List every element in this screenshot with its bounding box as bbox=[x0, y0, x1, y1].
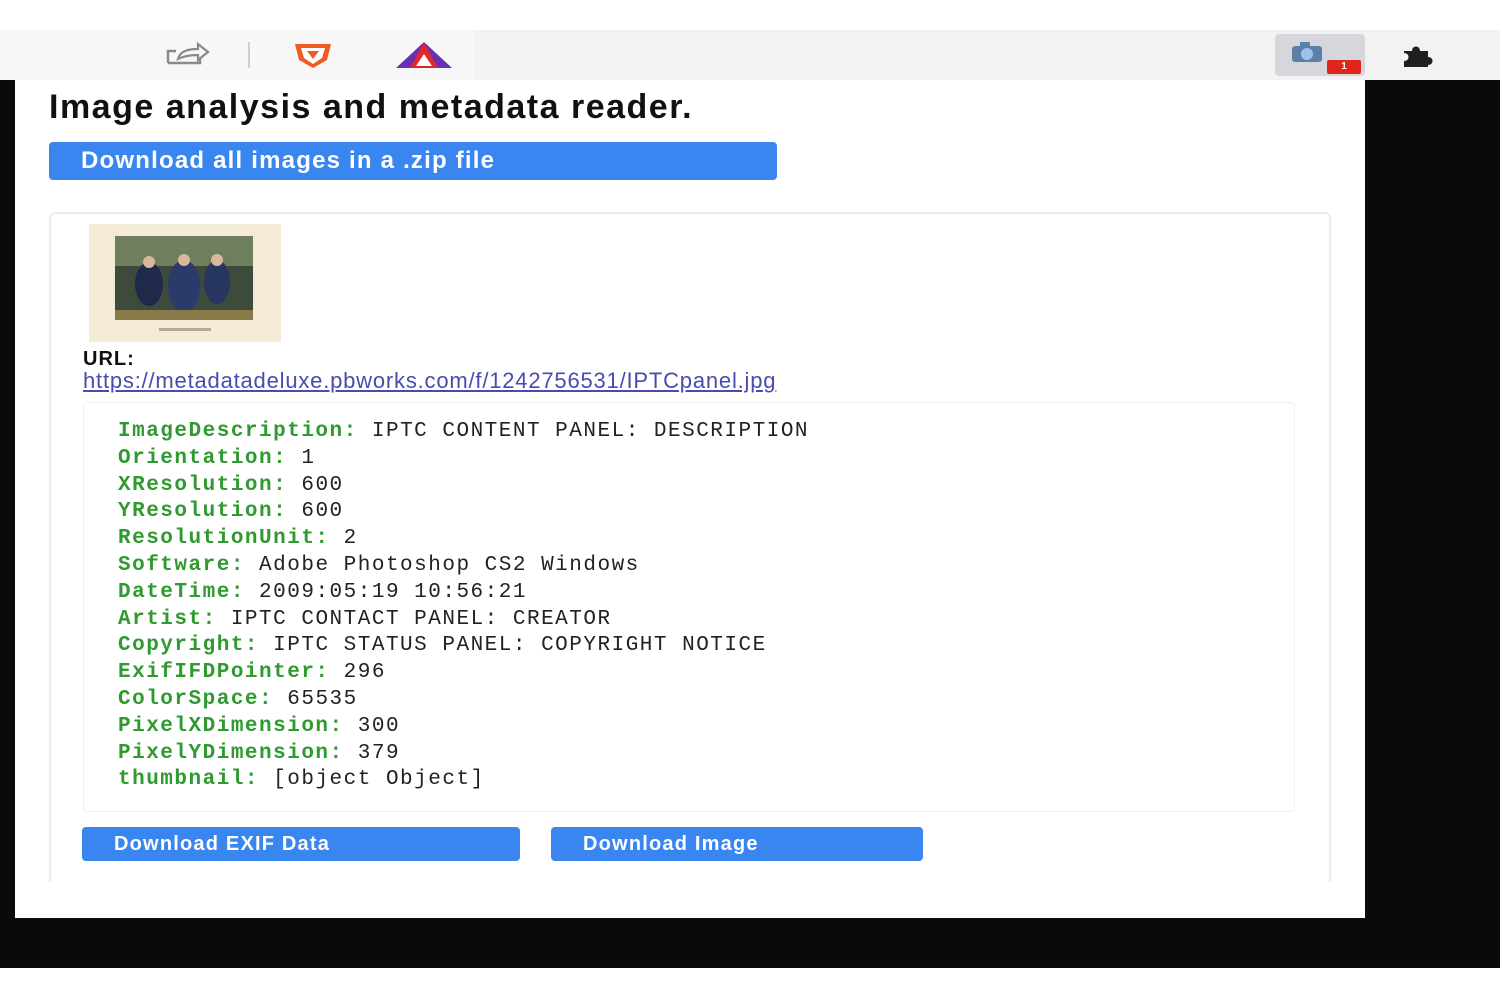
exif-row: DateTime: 2009:05:19 10:56:21 bbox=[118, 580, 809, 607]
share-icon[interactable] bbox=[160, 38, 212, 72]
exif-key: thumbnail: bbox=[118, 768, 260, 792]
exif-row: ColorSpace: 65535 bbox=[118, 687, 809, 714]
puzzle-icon[interactable] bbox=[1392, 40, 1448, 70]
exif-row: Orientation: 1 bbox=[118, 446, 809, 473]
download-exif-button[interactable]: Download EXIF Data bbox=[82, 827, 520, 861]
exif-row: PixelYDimension: 379 bbox=[118, 741, 809, 768]
image-thumbnail[interactable] bbox=[89, 224, 281, 342]
image-analyzer-extension-icon bbox=[1290, 40, 1330, 71]
exif-row: YResolution: 600 bbox=[118, 499, 809, 526]
download-image-button[interactable]: Download Image bbox=[551, 827, 923, 861]
exif-value: [object Object] bbox=[273, 768, 485, 792]
image-card: URL: https://metadatadeluxe.pbworks.com/… bbox=[49, 212, 1331, 882]
extension-popup: Image analysis and metadata reader. Down… bbox=[15, 80, 1365, 918]
exif-row: XResolution: 600 bbox=[118, 473, 809, 500]
exif-value: Adobe Photoshop CS2 Windows bbox=[259, 553, 640, 577]
toolbar-separator bbox=[248, 42, 250, 68]
exif-value: 600 bbox=[301, 500, 344, 524]
exif-row: ResolutionUnit: 2 bbox=[118, 526, 809, 553]
brave-shields-icon[interactable] bbox=[285, 38, 341, 72]
exif-key: ExifIFDPointer: bbox=[118, 661, 330, 685]
exif-value: IPTC CONTACT PANEL: CREATOR bbox=[230, 607, 612, 631]
exif-key: DateTime: bbox=[118, 580, 245, 604]
image-url-link[interactable]: https://metadatadeluxe.pbworks.com/f/124… bbox=[83, 368, 776, 394]
exif-value: 296 bbox=[343, 661, 386, 685]
exif-key: PixelYDimension: bbox=[118, 741, 344, 765]
exif-row: thumbnail: [object Object] bbox=[118, 767, 809, 794]
exif-value: IPTC STATUS PANEL: COPYRIGHT NOTICE bbox=[273, 634, 767, 658]
exif-value: 379 bbox=[357, 741, 401, 765]
exif-key: Orientation: bbox=[118, 446, 288, 470]
exif-key: Copyright: bbox=[118, 634, 260, 658]
exif-value: IPTC CONTENT PANEL: DESCRIPTION bbox=[371, 420, 810, 443]
exif-key: ColorSpace: bbox=[118, 687, 274, 711]
popup-title: Image analysis and metadata reader. bbox=[49, 88, 694, 126]
exif-row: Artist: IPTC CONTACT PANEL: CREATOR bbox=[118, 607, 809, 634]
bottom-strip bbox=[0, 968, 1500, 1000]
exif-list: ImageDescription: IPTC CONTENT PANEL: DE… bbox=[118, 419, 809, 794]
brave-rewards-icon[interactable] bbox=[392, 38, 456, 72]
exif-key: XResolution: bbox=[118, 473, 288, 497]
extension-badge: 1 bbox=[1327, 60, 1361, 74]
exif-row: ImageDescription: IPTC CONTENT PANEL: DE… bbox=[118, 419, 809, 446]
exif-value: 1 bbox=[301, 446, 316, 470]
exif-row: Software: Adobe Photoshop CS2 Windows bbox=[118, 553, 809, 580]
exif-key: PixelXDimension: bbox=[118, 714, 344, 738]
exif-key: Software: bbox=[118, 553, 245, 577]
browser-toolbar: 1 bbox=[0, 30, 1500, 80]
exif-key: ImageDescription: bbox=[118, 420, 358, 443]
exif-row: PixelXDimension: 300 bbox=[118, 714, 809, 741]
exif-value: 600 bbox=[301, 473, 344, 497]
exif-key: ResolutionUnit: bbox=[118, 527, 330, 551]
exif-value: 2009:05:19 10:56:21 bbox=[259, 580, 527, 604]
image-analyzer-extension-button[interactable]: 1 bbox=[1275, 34, 1365, 76]
exif-key: YResolution: bbox=[118, 500, 288, 524]
download-zip-button[interactable]: Download all images in a .zip file bbox=[49, 142, 777, 180]
exif-value: 65535 bbox=[287, 687, 358, 711]
exif-row: ExifIFDPointer: 296 bbox=[118, 660, 809, 687]
exif-row: Copyright: IPTC STATUS PANEL: COPYRIGHT … bbox=[118, 633, 809, 660]
exif-key: Artist: bbox=[118, 607, 217, 631]
exif-data-box: ImageDescription: IPTC CONTENT PANEL: DE… bbox=[83, 402, 1295, 812]
exif-value: 300 bbox=[357, 714, 401, 738]
exif-value: 2 bbox=[343, 527, 358, 551]
